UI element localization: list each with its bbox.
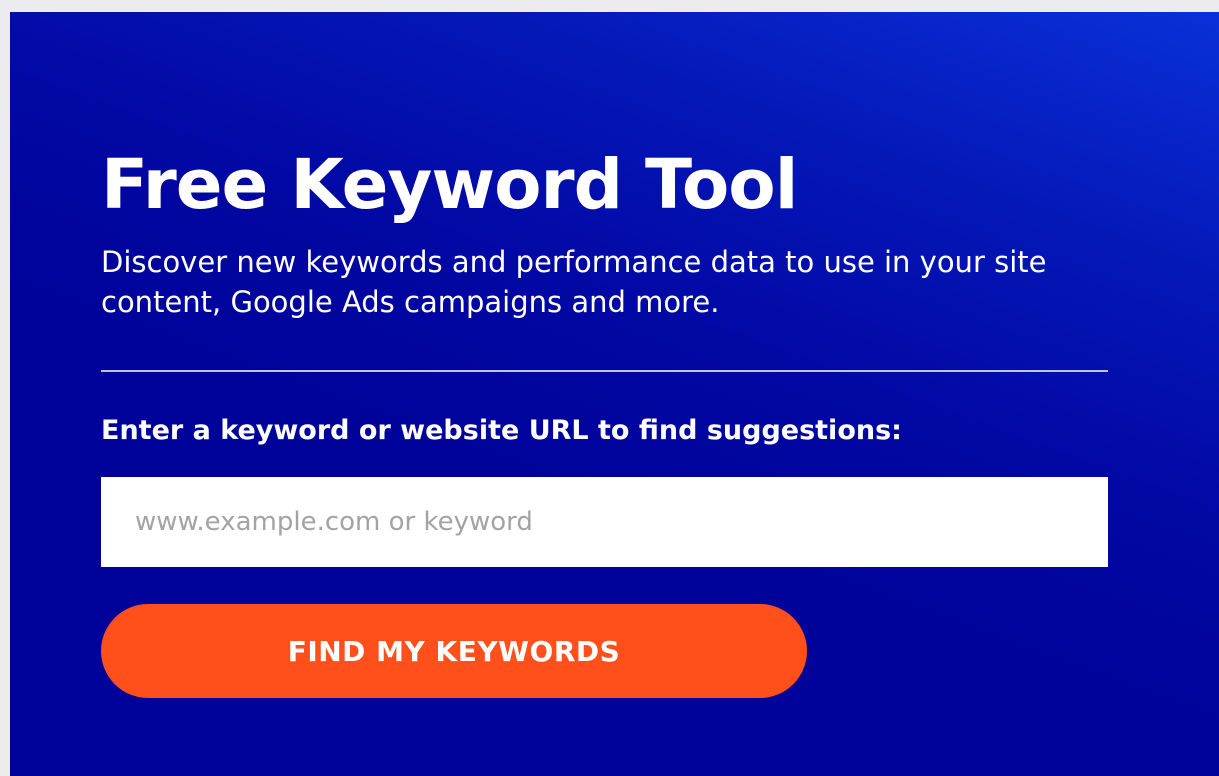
find-keywords-button[interactable]: FIND MY KEYWORDS bbox=[101, 604, 807, 698]
search-prompt-label: Enter a keyword or website URL to find s… bbox=[101, 415, 902, 446]
page-title: Free Keyword Tool bbox=[101, 145, 798, 225]
divider bbox=[101, 370, 1108, 372]
keyword-search-input[interactable] bbox=[101, 477, 1108, 567]
keyword-tool-panel: Free Keyword Tool Discover new keywords … bbox=[10, 12, 1219, 776]
page-description: Discover new keywords and performance da… bbox=[101, 245, 1047, 319]
